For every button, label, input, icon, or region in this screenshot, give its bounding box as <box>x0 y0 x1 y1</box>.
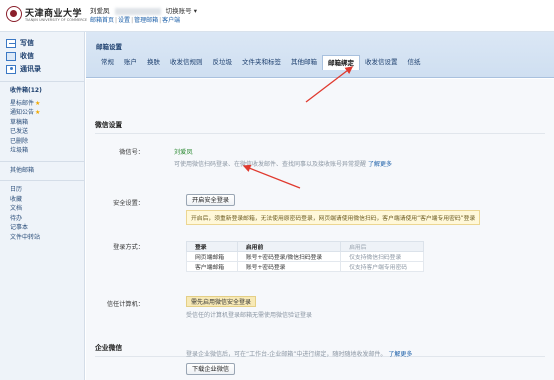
logo-subtitle: TIANJIN UNIVERSITY OF COMMERCE <box>25 18 88 22</box>
login-method-table: 登录 启用前 启用后 网页端邮箱 账号+密码登录/微信扫码登录 仅支持微信扫码登… <box>186 241 424 272</box>
sidebar-item-deleted[interactable]: 已删除 <box>10 137 84 147</box>
column-header: 启用后 <box>340 241 424 252</box>
column-header: 启用前 <box>236 241 342 252</box>
trusted-computer-hint: 受信任的计算机登录邮箱无需使用微信验证登录 <box>186 312 313 319</box>
sidebar-item-favorites[interactable]: 收藏 <box>10 195 84 205</box>
sidebar-item-inbox[interactable]: 收件箱(12) <box>10 86 84 96</box>
user-name: 刘爱凤 <box>90 7 110 15</box>
sidebar-item-calendar[interactable]: 日历 <box>10 185 84 195</box>
notices-label: 通知公告 <box>10 109 35 116</box>
link-client[interactable]: 客户端 <box>162 17 180 24</box>
contacts-icon <box>6 64 16 74</box>
inbox-icon <box>6 51 16 61</box>
divider <box>0 177 85 181</box>
wechat-id-label: 微信号： <box>119 149 144 156</box>
trusted-computer-button[interactable]: 需先启用微信安全登录 <box>186 296 257 307</box>
sidebar-item-sent[interactable]: 已发送 <box>10 127 84 137</box>
wechat-section: 微信设置 <box>95 119 545 134</box>
starred-label: 星标邮件 <box>10 99 35 107</box>
university-logo[interactable]: 天津商业大学 TIANJIN UNIVERSITY OF COMMERCE <box>6 6 87 28</box>
link-mailbox-home[interactable]: 邮箱首页 <box>90 17 114 24</box>
table-cell: 仅支持客户端专用密码 <box>340 261 424 272</box>
column-header: 登录 <box>186 241 238 252</box>
enterprise-learn-more-link[interactable]: 了解更多 <box>388 351 412 358</box>
enterprise-hint-text: 登录企业微信后，可在“工作台-企业邮箱”中进行绑定，随时随地收发邮件。 <box>186 351 387 358</box>
divider <box>0 158 85 162</box>
sidebar: 写信 收信 通讯录 收件箱(12) 星标邮件★ 通知公告★ 草稿箱 已发送 已删… <box>0 32 85 380</box>
table-header-row: 登录 启用前 启用后 <box>186 241 424 252</box>
settings-tabs: 常规 账户 换肤 收发信规则 反垃圾 文件夹和标签 其他邮箱 邮箱绑定 收发信设… <box>96 55 426 70</box>
main-panel: 邮箱设置 常规 账户 换肤 收发信规则 反垃圾 文件夹和标签 其他邮箱 邮箱绑定… <box>86 32 554 380</box>
wechat-hint-text: 可使用微信扫码登录、在微信收发邮件、查找同事以及接收账号异常提醒 <box>174 161 367 168</box>
star-icon: ★ <box>35 99 41 107</box>
learn-more-link[interactable]: 了解更多 <box>368 161 392 168</box>
wechat-id-value: 刘爱凤 <box>174 149 193 156</box>
sidebar-item-drafts[interactable]: 草稿箱 <box>10 118 84 128</box>
header-links: 邮箱首页|设置|管理邮箱|客户端 <box>90 17 181 24</box>
download-wework-button[interactable]: 下载企业微信 <box>186 363 236 375</box>
tab-account[interactable]: 账户 <box>119 55 142 69</box>
table-cell: 账号+密码登录 <box>236 261 342 272</box>
table-cell: 客户端邮箱 <box>186 261 238 272</box>
table-cell: 网页端邮箱 <box>186 251 238 262</box>
write-icon <box>6 38 16 48</box>
login-method-table-wrap: 登录 启用前 启用后 网页端邮箱 账号+密码登录/微信扫码登录 仅支持微信扫码登… <box>186 241 424 272</box>
sidebar-item-spam[interactable]: 垃圾箱 <box>10 146 84 156</box>
trusted-computer-label: 信任计算机： <box>106 301 144 308</box>
security-warning: 开启后，须重新登录邮箱，无法使用原密码登录，网页端请使用微信扫码，客户端请使用“… <box>186 210 481 225</box>
tab-skin[interactable]: 换肤 <box>142 55 165 69</box>
table-cell: 账号+密码登录/微信扫码登录 <box>236 251 342 262</box>
tab-folders-labels[interactable]: 文件夹和标签 <box>237 55 286 69</box>
email-redacted <box>114 7 161 15</box>
tab-antispam[interactable]: 反垃圾 <box>208 55 238 69</box>
table-row: 客户端邮箱 账号+密码登录 仅支持客户端专用密码 <box>186 261 424 272</box>
user-row: 刘爱凤 切换账号 ▾ <box>90 5 197 15</box>
tab-mailbox-binding[interactable]: 邮箱绑定 <box>322 55 360 70</box>
wechat-section-title: 微信设置 <box>95 119 545 134</box>
sidebar-item-docs[interactable]: 文档 <box>10 204 84 214</box>
table-row: 网页端邮箱 账号+密码登录/微信扫码登录 仅支持微信扫码登录 <box>186 251 424 262</box>
top-bar: 天津商业大学 TIANJIN UNIVERSITY OF COMMERCE 刘爱… <box>0 0 554 32</box>
enterprise-hint: 登录企业微信后，可在“工作台-企业邮箱”中进行绑定，随时随地收发邮件。 了解更多 <box>186 349 412 358</box>
settings-content: 微信设置 微信号： 刘爱凤 可使用微信扫码登录、在微信收发邮件、查找同事以及接收… <box>86 79 554 380</box>
switch-account-link[interactable]: 切换账号 ▾ <box>166 7 197 15</box>
sidebar-item-todo[interactable]: 待办 <box>10 214 84 224</box>
table-cell: 仅支持微信扫码登录 <box>340 251 424 262</box>
security-label: 安全设置： <box>113 200 144 207</box>
sidebar-item-other-mailbox[interactable]: 其他邮箱 <box>10 166 84 176</box>
tab-mail-rules[interactable]: 收发信规则 <box>165 55 208 69</box>
settings-header: 邮箱设置 常规 账户 换肤 收发信规则 反垃圾 文件夹和标签 其他邮箱 邮箱绑定… <box>86 32 554 78</box>
contacts-label: 通讯录 <box>20 65 41 73</box>
page-title: 邮箱设置 <box>96 43 122 51</box>
seal-icon <box>6 6 22 22</box>
receive-button[interactable]: 收信 <box>6 50 78 62</box>
sidebar-item-notices[interactable]: 通知公告★ <box>10 108 84 118</box>
tab-general[interactable]: 常规 <box>96 55 119 69</box>
enable-secure-login-button[interactable]: 开启安全登录 <box>186 194 236 206</box>
sidebar-item-notes[interactable]: 记事本 <box>10 223 84 233</box>
sidebar-actions: 写信 收信 通讯录 <box>0 32 84 82</box>
compose-label: 写信 <box>20 39 34 47</box>
tab-other-mailbox[interactable]: 其他邮箱 <box>286 55 322 69</box>
receive-label: 收信 <box>20 52 34 60</box>
tab-stationery[interactable]: 信纸 <box>403 55 426 69</box>
tab-send-receive[interactable]: 收发信设置 <box>360 55 403 69</box>
wechat-hint: 可使用微信扫码登录、在微信收发邮件、查找同事以及接收账号异常提醒 了解更多 <box>174 159 392 168</box>
sidebar-item-file-transfer[interactable]: 文件中转站 <box>10 233 84 243</box>
login-method-label: 登录方式： <box>113 244 144 251</box>
sidebar-item-starred[interactable]: 星标邮件★ <box>10 99 84 109</box>
compose-button[interactable]: 写信 <box>6 37 78 49</box>
link-settings[interactable]: 设置 <box>118 17 130 24</box>
contacts-button[interactable]: 通讯录 <box>6 63 78 75</box>
folder-list: 收件箱(12) 星标邮件★ 通知公告★ 草稿箱 已发送 已删除 垃圾箱 其他邮箱… <box>0 82 85 243</box>
switch-account-label: 切换账号 <box>165 7 192 15</box>
star-icon: ★ <box>35 109 41 116</box>
link-admin[interactable]: 管理邮箱 <box>134 17 158 24</box>
